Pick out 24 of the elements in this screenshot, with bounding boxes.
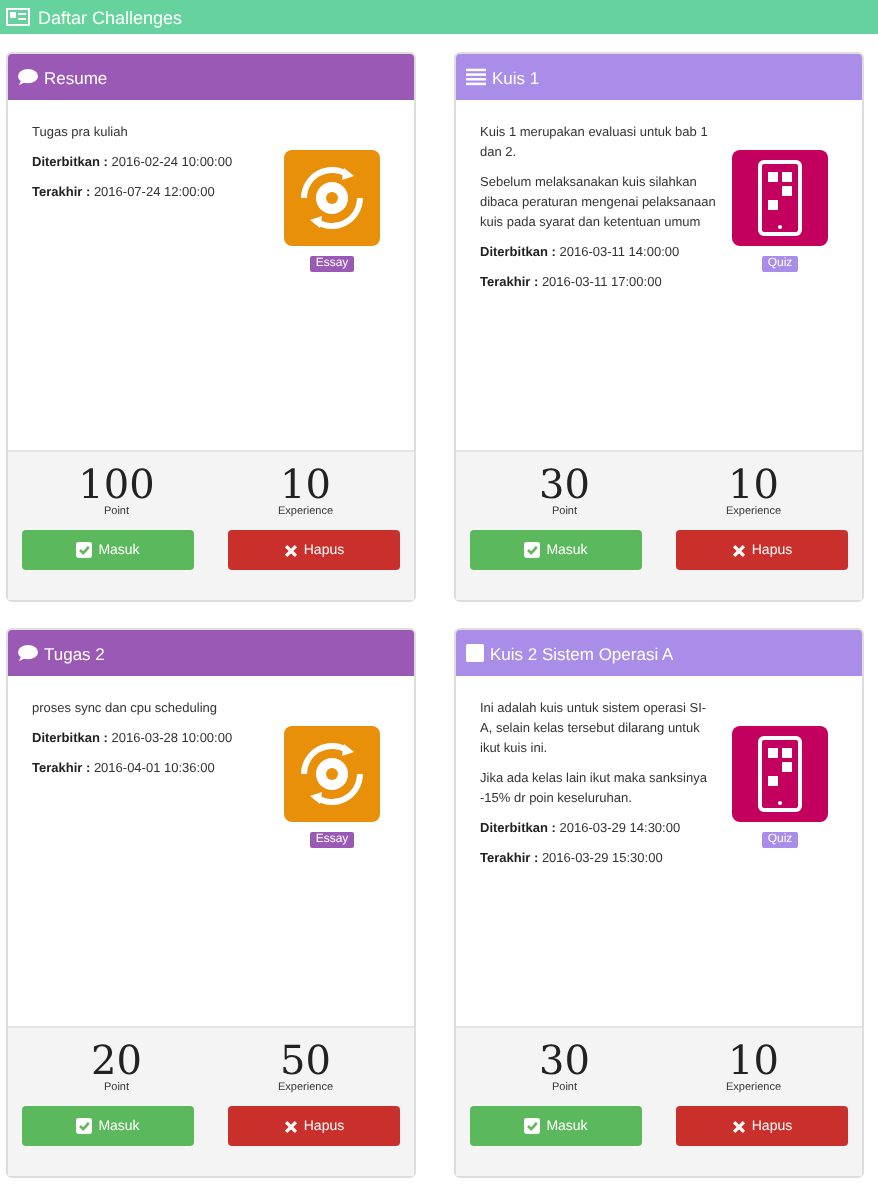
- card-title: Kuis 2 Sistem Operasi A: [490, 643, 674, 663]
- checkbox-icon: [524, 1118, 541, 1134]
- page-title: Daftar Challenges: [38, 7, 183, 27]
- id-card-icon: [6, 8, 30, 26]
- points-value: 30: [539, 462, 590, 506]
- card-title: Resume: [44, 67, 108, 87]
- close-icon: [283, 543, 298, 557]
- card-title: Tugas 2: [44, 643, 105, 663]
- points-value: 20: [91, 1038, 142, 1082]
- checkbox-icon: [76, 542, 93, 558]
- close-icon: [731, 543, 746, 557]
- experience-value: 10: [728, 462, 779, 506]
- experience-value: 10: [728, 1038, 779, 1082]
- checkbox-icon: [524, 542, 541, 558]
- phone-icon: [732, 150, 828, 246]
- experience-value: 50: [280, 1038, 331, 1082]
- card-title: Kuis 1: [492, 67, 540, 87]
- phone-icon: [732, 726, 828, 822]
- checkbox-icon: [76, 1118, 93, 1134]
- close-icon: [731, 1119, 746, 1133]
- experience-value: 10: [280, 462, 331, 506]
- points-value: 100: [78, 462, 155, 506]
- close-icon: [283, 1119, 298, 1133]
- points-value: 30: [539, 1038, 590, 1082]
